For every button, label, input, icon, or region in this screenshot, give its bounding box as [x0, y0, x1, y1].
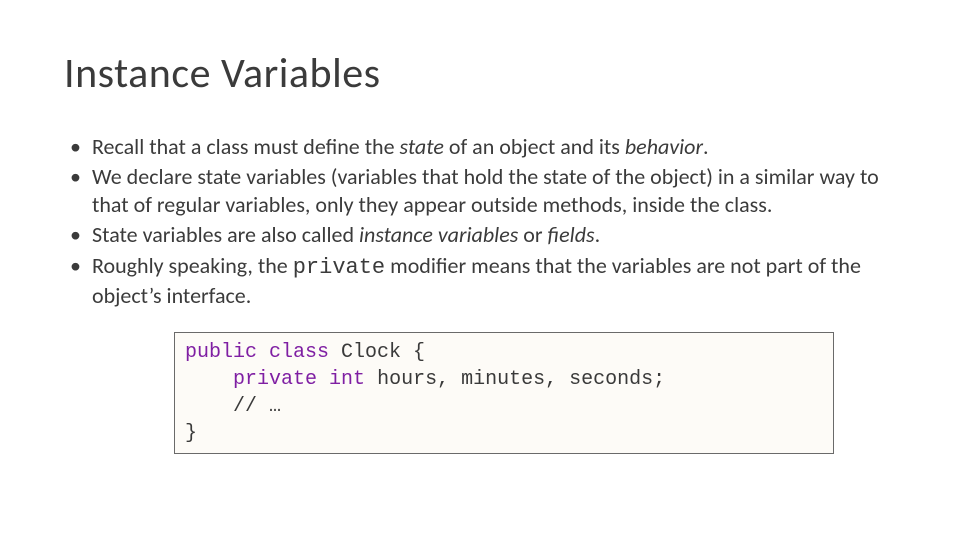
- bullet-4: Roughly speaking, the private modifier m…: [66, 252, 890, 310]
- text: of an object and its: [444, 133, 625, 160]
- bullet-2: We declare state variables (variables th…: [66, 163, 890, 219]
- emph-behavior: behavior: [625, 133, 703, 160]
- text: .: [595, 221, 601, 248]
- code-close: }: [185, 422, 197, 445]
- kw-private: private: [233, 368, 317, 391]
- code-block: public class Clock { private int hours, …: [174, 332, 834, 454]
- text: Roughly speaking, the: [92, 252, 293, 279]
- text: .: [703, 133, 709, 160]
- emph-state: state: [400, 133, 444, 160]
- text: State variables are also called: [92, 221, 359, 248]
- kw-int: int: [329, 368, 365, 391]
- emph-fields: fields: [548, 221, 595, 248]
- slide: Instance Variables Recall that a class m…: [0, 0, 960, 540]
- indent: [185, 395, 233, 418]
- text: We declare state variables (variables th…: [92, 163, 879, 218]
- code-vars: hours, minutes, seconds;: [365, 368, 665, 391]
- text: or: [518, 221, 547, 248]
- kw-class: class: [269, 341, 329, 364]
- slide-title: Instance Variables: [64, 48, 896, 99]
- kw-public: public: [185, 341, 257, 364]
- code-classname: Clock {: [329, 341, 425, 364]
- bullet-3: State variables are also called instance…: [66, 221, 890, 249]
- text: Recall that a class must define the: [92, 133, 400, 160]
- bullet-list: Recall that a class must define the stat…: [64, 133, 896, 310]
- code-private-inline: private: [293, 255, 385, 280]
- indent: [185, 368, 233, 391]
- bullet-1: Recall that a class must define the stat…: [66, 133, 890, 161]
- code-comment: // …: [233, 395, 281, 418]
- emph-instance-variables: instance variables: [359, 221, 518, 248]
